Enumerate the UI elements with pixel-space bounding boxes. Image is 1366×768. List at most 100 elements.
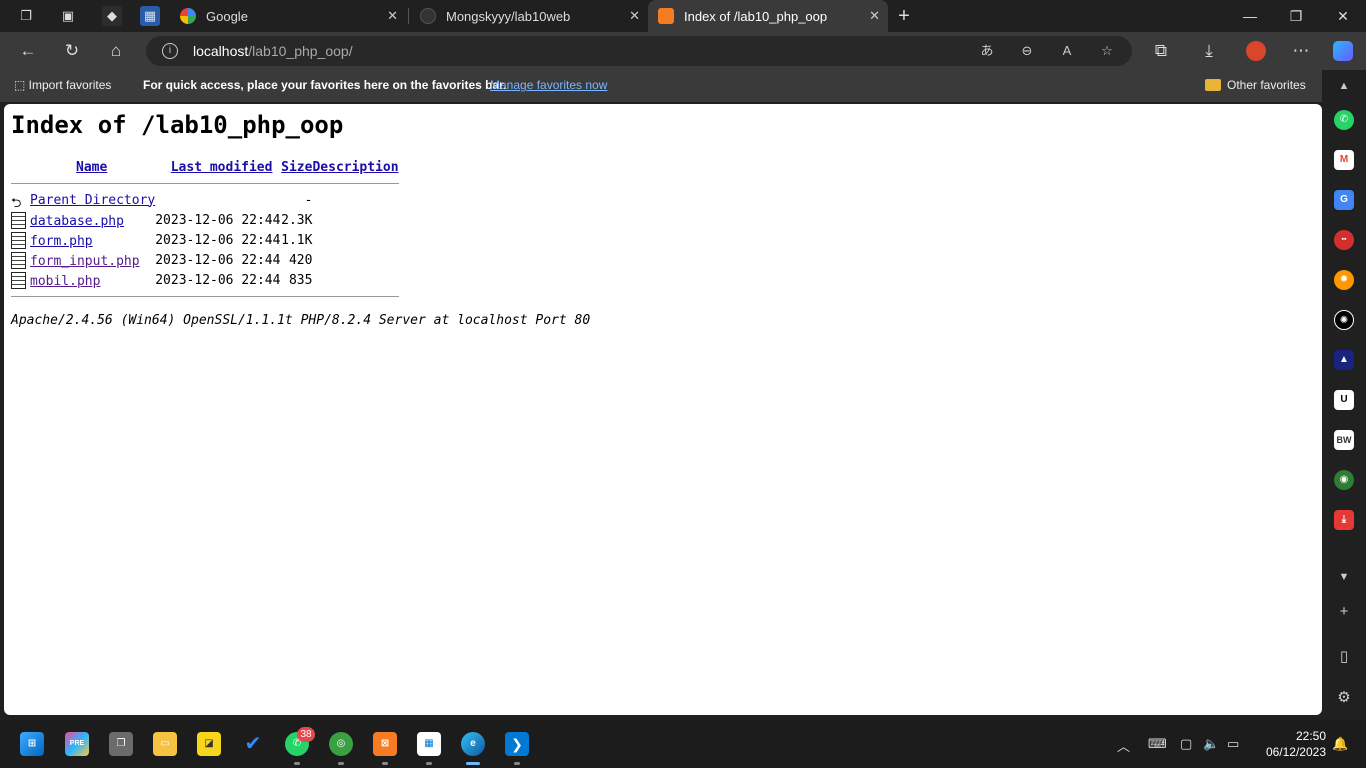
extensions-icon[interactable]: ⧉ bbox=[1151, 41, 1171, 61]
file-link[interactable]: form.php bbox=[30, 234, 93, 249]
pinned-tab-icon[interactable]: ◆ bbox=[102, 6, 122, 26]
tokopedia-icon[interactable]: ◉ bbox=[1334, 470, 1354, 490]
sidebar-collapse-icon[interactable]: ▲ bbox=[1334, 76, 1354, 96]
translate-icon[interactable]: あ bbox=[978, 42, 996, 60]
modified-cell: 2023-12-06 22:44 bbox=[155, 232, 281, 248]
show-hidden-icons-icon[interactable]: ︿ bbox=[1117, 736, 1130, 755]
size-cell: - bbox=[304, 192, 313, 208]
start-button-icon[interactable]: ⊞ bbox=[20, 732, 44, 756]
xampp-taskbar-icon[interactable]: ⊠ bbox=[373, 732, 397, 756]
url-text[interactable]: localhost/lab10_php_oop/ bbox=[193, 43, 353, 59]
file-icon bbox=[11, 251, 26, 269]
clock-date: 06/12/2023 bbox=[1265, 745, 1326, 759]
vscode-icon[interactable]: ❯ bbox=[505, 732, 529, 756]
profile-avatar[interactable] bbox=[1246, 41, 1266, 61]
table-row: mobil.php 2023-12-06 22:44 835 bbox=[11, 270, 399, 290]
file-link[interactable]: mobil.php bbox=[30, 274, 100, 289]
size-cell: 2.3K bbox=[281, 212, 313, 228]
battery-icon[interactable]: ▭ bbox=[1227, 736, 1239, 752]
home-icon[interactable]: ⌂ bbox=[106, 41, 126, 61]
downloader-icon[interactable]: ⤓ bbox=[1334, 510, 1354, 530]
read-aloud-icon[interactable]: A bbox=[1058, 42, 1076, 60]
new-tab-icon[interactable]: + bbox=[894, 5, 914, 27]
running-indicator bbox=[382, 762, 388, 765]
xampp-icon bbox=[658, 8, 674, 24]
sidebar-app-icon[interactable]: BW bbox=[1334, 430, 1354, 450]
running-indicator bbox=[514, 762, 520, 765]
zoom-icon[interactable]: ⊖ bbox=[1018, 42, 1036, 60]
tab-title: Index of /lab10_php_oop bbox=[684, 8, 828, 24]
divider bbox=[11, 183, 399, 184]
workspaces-icon[interactable]: ❐ bbox=[16, 6, 36, 26]
gmail-icon[interactable]: M bbox=[1334, 150, 1354, 170]
file-link[interactable]: form_input.php bbox=[30, 254, 140, 269]
tab-google[interactable]: Google ✕ bbox=[170, 0, 406, 32]
pinned-tab-icon[interactable]: ▦ bbox=[140, 6, 160, 26]
favorites-hint-text: For quick access, place your favorites h… bbox=[143, 78, 507, 92]
close-window-icon[interactable]: ✕ bbox=[1333, 6, 1353, 26]
close-tab-icon[interactable]: ✕ bbox=[869, 8, 880, 24]
task-view-icon[interactable]: ❐ bbox=[109, 732, 133, 756]
sidebar-app-icon[interactable]: ▲ bbox=[1334, 350, 1354, 370]
toolbar: ← ↻ ⌂ i localhost/lab10_php_oop/ あ ⊖ A ☆… bbox=[0, 32, 1366, 70]
clock-time: 22:50 bbox=[1295, 729, 1326, 743]
split-screen-icon[interactable]: ▯ bbox=[1334, 647, 1354, 667]
active-indicator bbox=[466, 762, 480, 765]
refresh-icon[interactable]: ↻ bbox=[62, 41, 82, 61]
copilot-icon[interactable] bbox=[1333, 41, 1353, 61]
sidebar-more-icon[interactable]: ▼ bbox=[1334, 567, 1354, 587]
sort-size-link[interactable]: Size bbox=[281, 160, 312, 175]
notification-bell-icon[interactable]: 🔔 bbox=[1332, 736, 1348, 752]
minimize-icon[interactable]: — bbox=[1240, 6, 1260, 26]
table-row: ⮌ Parent Directory - bbox=[11, 190, 399, 211]
tab-actions-icon[interactable]: ▣ bbox=[58, 6, 78, 26]
site-info-icon[interactable]: i bbox=[162, 43, 178, 59]
whatsapp-icon[interactable]: ✆ bbox=[1334, 110, 1354, 130]
other-favorites-button[interactable]: Other favorites bbox=[1205, 78, 1306, 92]
sidebar-app-icon[interactable]: ▪▪ bbox=[1334, 230, 1354, 250]
more-menu-icon[interactable]: ⋯ bbox=[1291, 41, 1311, 61]
size-cell: 420 bbox=[288, 252, 313, 268]
file-link[interactable]: database.php bbox=[30, 214, 124, 229]
table-row: database.php 2023-12-06 22:44 2.3K bbox=[11, 210, 399, 230]
edge-taskbar-icon[interactable]: e bbox=[461, 732, 485, 756]
close-tab-icon[interactable]: ✕ bbox=[387, 8, 398, 24]
chatgpt-icon[interactable]: ✺ bbox=[1334, 310, 1354, 330]
sort-description-link[interactable]: Description bbox=[312, 160, 398, 175]
address-bar[interactable]: i localhost/lab10_php_oop/ あ ⊖ A ☆ bbox=[146, 36, 1132, 66]
restore-icon[interactable]: ❐ bbox=[1286, 6, 1306, 26]
import-favorites-button[interactable]: ⬚ Import favorites bbox=[14, 78, 111, 92]
edge-sidebar: ▲ ✆ M G ▪▪ ✹ ✺ ▲ U BW ◉ ⤓ ▼ + ▯ ⚙ bbox=[1322, 70, 1366, 718]
close-tab-icon[interactable]: ✕ bbox=[629, 8, 640, 24]
sidebar-add-icon[interactable]: + bbox=[1334, 602, 1354, 622]
tab-title: Google bbox=[206, 8, 248, 24]
volume-icon[interactable]: 🔈 bbox=[1203, 736, 1219, 752]
sidebar-app-icon[interactable]: U bbox=[1334, 390, 1354, 410]
sticky-notes-icon[interactable]: ◪ bbox=[197, 732, 221, 756]
microsoft-store-icon[interactable]: ▦ bbox=[417, 732, 441, 756]
downloads-icon[interactable]: ⤓ bbox=[1199, 41, 1219, 61]
network-icon[interactable]: ▢ bbox=[1180, 736, 1192, 752]
tab-index-lab10[interactable]: Index of /lab10_php_oop ✕ bbox=[648, 0, 888, 32]
server-signature: Apache/2.4.56 (Win64) OpenSSL/1.1.1t PHP… bbox=[11, 313, 591, 328]
manage-favorites-link[interactable]: Manage favorites now bbox=[490, 78, 607, 92]
page-viewport: Index of /lab10_php_oop Name Last modifi… bbox=[4, 104, 1322, 715]
google-translate-icon[interactable]: G bbox=[1334, 190, 1354, 210]
keyboard-icon[interactable]: ⌨ bbox=[1148, 736, 1167, 752]
todo-icon[interactable]: ✔ bbox=[241, 732, 265, 756]
running-indicator bbox=[426, 762, 432, 765]
table-header: Name Last modified Size Description bbox=[11, 158, 399, 177]
sort-modified-link[interactable]: Last modified bbox=[171, 160, 273, 175]
copilot-taskbar-icon[interactable]: PRE bbox=[65, 732, 89, 756]
favorite-star-icon[interactable]: ☆ bbox=[1098, 42, 1116, 60]
file-explorer-icon[interactable]: ▭ bbox=[153, 732, 177, 756]
system-clock[interactable]: 22:50 06/12/2023 bbox=[1254, 728, 1326, 760]
back-icon[interactable]: ← bbox=[18, 41, 38, 61]
divider bbox=[11, 296, 399, 297]
parent-directory-link[interactable]: Parent Directory bbox=[30, 193, 155, 208]
sort-name-link[interactable]: Name bbox=[76, 160, 107, 175]
settings-gear-icon[interactable]: ⚙ bbox=[1334, 688, 1354, 708]
sun-icon[interactable]: ✹ bbox=[1334, 270, 1354, 290]
chrome-canary-icon[interactable]: ◎ bbox=[329, 732, 353, 756]
tab-github[interactable]: Mongskyyy/lab10web ✕ bbox=[410, 0, 648, 32]
